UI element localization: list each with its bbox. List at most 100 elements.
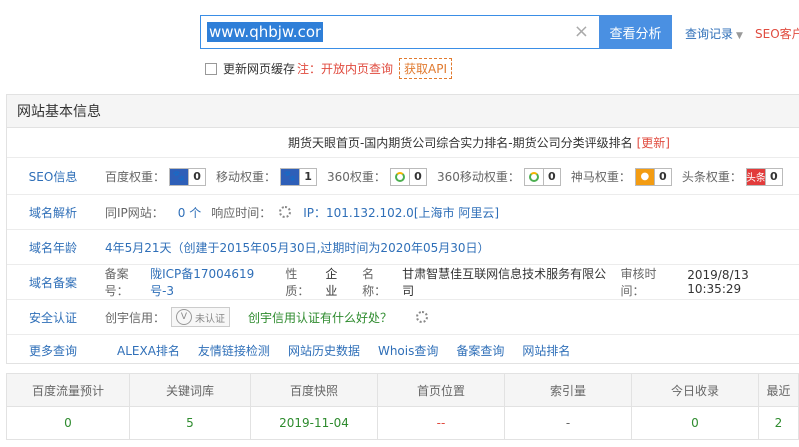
history-dropdown[interactable]: 查询记录 ▼ — [685, 25, 743, 42]
shenma-weight: 神马权重： ● 0 — [570, 167, 672, 186]
mobile-weight-label: 移动权重： — [216, 170, 277, 184]
toutiao-weight-badge[interactable]: 头条 0 — [745, 167, 783, 186]
stats-table: 百度流量预计 关键词库 百度快照 首页位置 索引量 今日收录 最近 0 5 20… — [6, 373, 799, 440]
seo-client-link[interactable]: SEO客户 — [755, 25, 799, 42]
stats-value: - — [504, 406, 632, 440]
security-row: 安全认证 创宇信用： V 未认证 创宇信用认证有什么好处？ — [7, 300, 799, 335]
icp-time-label: 审核时间： — [620, 267, 657, 298]
icp-time-value: 2019/8/13 10:35:29 — [687, 268, 749, 296]
more-label: 更多查询 — [28, 343, 77, 358]
api-link[interactable]: 获取API — [399, 58, 453, 79]
shenma-weight-value: 0 — [653, 168, 671, 185]
cache-note: 注：开放内页查询 — [297, 62, 394, 76]
stats-header: 关键词库 — [129, 373, 251, 407]
icp-no-label: 备案号： — [104, 267, 129, 298]
ip-info[interactable]: IP：101.132.102.0[上海市 阿里云] — [303, 204, 499, 221]
360-mobile-weight-value: 0 — [542, 168, 560, 185]
update-link[interactable]: [更新] — [637, 134, 670, 151]
history-label: 查询记录 — [685, 27, 734, 41]
cache-label: 更新网页缓存 — [223, 62, 296, 76]
toutiao-weight-value: 0 — [764, 168, 782, 185]
site-info-panel: 网站基本信息 期货天眼首页-国内期货公司综合实力排名-期货公司分类评级排名 [更… — [6, 94, 799, 364]
panel-title: 网站基本信息 — [7, 95, 799, 128]
mobile-weight: 移动权重： 🐾 1 — [216, 167, 318, 186]
360-weight-badge[interactable]: 0 — [389, 167, 427, 186]
icp-name-value: 甘肃智慧佳互联网信息技术服务有限公司 — [402, 267, 607, 298]
stats-header: 百度流量预计 — [6, 373, 130, 407]
analyze-button[interactable]: 查看分析 — [599, 15, 672, 49]
security-label: 安全认证 — [28, 310, 77, 325]
seo-label: SEO信息 — [28, 170, 78, 184]
loading-icon — [416, 311, 429, 323]
alexa-link[interactable]: ALEXA排名 — [117, 342, 180, 359]
response-label: 响应时间： — [211, 205, 272, 220]
friend-link-check[interactable]: 友情链接检测 — [198, 342, 270, 359]
ring-icon — [524, 168, 543, 185]
search-input[interactable] — [207, 22, 323, 42]
age-row: 域名年龄 4年5月21天（创建于2015年05月30日,过期时间为2020年05… — [7, 230, 799, 265]
age-label: 域名年龄 — [28, 240, 77, 255]
stats-header-row: 百度流量预计 关键词库 百度快照 首页位置 索引量 今日收录 最近 — [6, 373, 799, 407]
dns-row: 域名解析 同IP网站： 0 个 响应时间： IP：101.132.102.0[上… — [7, 195, 799, 230]
stats-header: 最近 — [758, 373, 799, 407]
site-title-row: 期货天眼首页-国内期货公司综合实力排名-期货公司分类评级排名 [更新] — [7, 128, 799, 158]
baidu-weight-label: 百度权重： — [105, 170, 166, 184]
stats-value[interactable]: 5 — [129, 406, 251, 440]
icp-query-link[interactable]: 备案查询 — [456, 342, 504, 359]
icp-name-label: 名称： — [362, 267, 387, 298]
v-icon: V — [176, 309, 193, 325]
loading-icon — [279, 206, 292, 218]
stats-value[interactable]: 2019-11-04 — [250, 406, 378, 440]
ring-icon — [390, 168, 409, 185]
360-weight-value: 0 — [408, 168, 426, 185]
360-mobile-weight-label: 360移动权重： — [436, 170, 520, 184]
360-weight-label: 360权重： — [327, 170, 386, 184]
shenma-weight-label: 神马权重： — [570, 170, 631, 184]
stats-value: -- — [377, 406, 505, 440]
credit-badge[interactable]: V 未认证 — [171, 307, 231, 327]
mobile-weight-value: 1 — [299, 168, 316, 185]
stats-header: 今日收录 — [631, 373, 759, 407]
history-data-link[interactable]: 网站历史数据 — [288, 342, 360, 359]
baidu-weight: 百度权重： 🐾 0 — [105, 167, 207, 186]
baidu-weight-badge[interactable]: 🐾 0 — [169, 167, 207, 186]
icp-no-value[interactable]: 陇ICP备17004619号-3 — [150, 265, 271, 299]
shenma-icon: ● — [635, 168, 654, 185]
clear-icon[interactable]: × — [574, 22, 589, 42]
site-rank-link[interactable]: 网站排名 — [522, 342, 570, 359]
whois-link[interactable]: Whois查询 — [378, 342, 438, 359]
360-mobile-weight-badge[interactable]: 0 — [523, 167, 561, 186]
baidu-weight-value: 0 — [188, 168, 205, 185]
toutiao-weight: 头条权重： 头条 0 — [681, 167, 783, 186]
360-weight: 360权重： 0 — [327, 167, 427, 186]
site-title: 期货天眼首页-国内期货公司综合实力排名-期货公司分类评级排名 — [287, 136, 633, 150]
stats-value[interactable]: 0 — [6, 406, 130, 440]
icp-row: 域名备案 备案号： 陇ICP备17004619号-3 性质： 企业 名称： 甘肃… — [7, 265, 799, 300]
same-ip-label: 同IP网站： — [105, 205, 164, 220]
dns-label: 域名解析 — [28, 205, 77, 220]
credit-badge-text: 未认证 — [195, 313, 226, 325]
icp-label: 域名备案 — [28, 275, 77, 290]
icp-type-value: 企业 — [325, 267, 338, 298]
stats-header: 索引量 — [504, 373, 632, 407]
360-mobile-weight: 360移动权重： 0 — [436, 167, 561, 186]
mobile-weight-badge[interactable]: 🐾 1 — [280, 167, 318, 186]
toutiao-weight-label: 头条权重： — [681, 170, 742, 184]
stats-header: 百度快照 — [250, 373, 378, 407]
stats-value[interactable]: 2 — [758, 406, 799, 440]
credit-benefit-link[interactable]: 创宇信用认证有什么好处？ — [248, 309, 392, 326]
icp-type-label: 性质： — [285, 267, 310, 298]
chevron-down-icon: ▼ — [736, 31, 743, 41]
stats-value[interactable]: 0 — [631, 406, 759, 440]
shenma-weight-badge[interactable]: ● 0 — [634, 167, 672, 186]
age-value: 4年5月21天（创建于2015年05月30日,过期时间为2020年05月30日） — [105, 240, 490, 255]
paw-icon: 🐾 — [281, 168, 300, 185]
more-row: 更多查询 ALEXA排名 友情链接检测 网站历史数据 Whois查询 备案查询 … — [7, 335, 799, 365]
search-box[interactable]: × — [200, 15, 600, 49]
stats-value-row: 0 5 2019-11-04 -- - 0 2 — [6, 406, 799, 440]
stats-header: 首页位置 — [377, 373, 505, 407]
credit-label: 创宇信用： — [105, 310, 166, 325]
same-ip-value[interactable]: 0 个 — [178, 204, 201, 221]
toutiao-icon: 头条 — [746, 168, 766, 185]
cache-checkbox[interactable] — [205, 62, 217, 75]
